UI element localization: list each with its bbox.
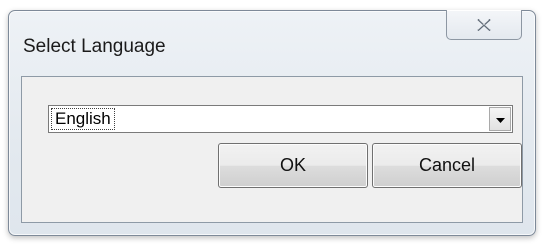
cancel-button[interactable]: Cancel <box>372 143 522 188</box>
close-button[interactable] <box>446 10 522 40</box>
chevron-down-icon <box>495 110 505 128</box>
language-select[interactable]: English <box>48 105 513 133</box>
dialog-client-area: English OK Cancel <box>21 76 523 223</box>
ok-button[interactable]: OK <box>218 143 368 188</box>
language-select-value: English <box>51 108 115 130</box>
dialog-title: Select Language <box>23 36 166 57</box>
select-language-dialog: Select Language English OK Cancel <box>8 10 536 236</box>
close-icon <box>477 18 491 31</box>
language-select-dropdown-button[interactable] <box>489 107 511 131</box>
